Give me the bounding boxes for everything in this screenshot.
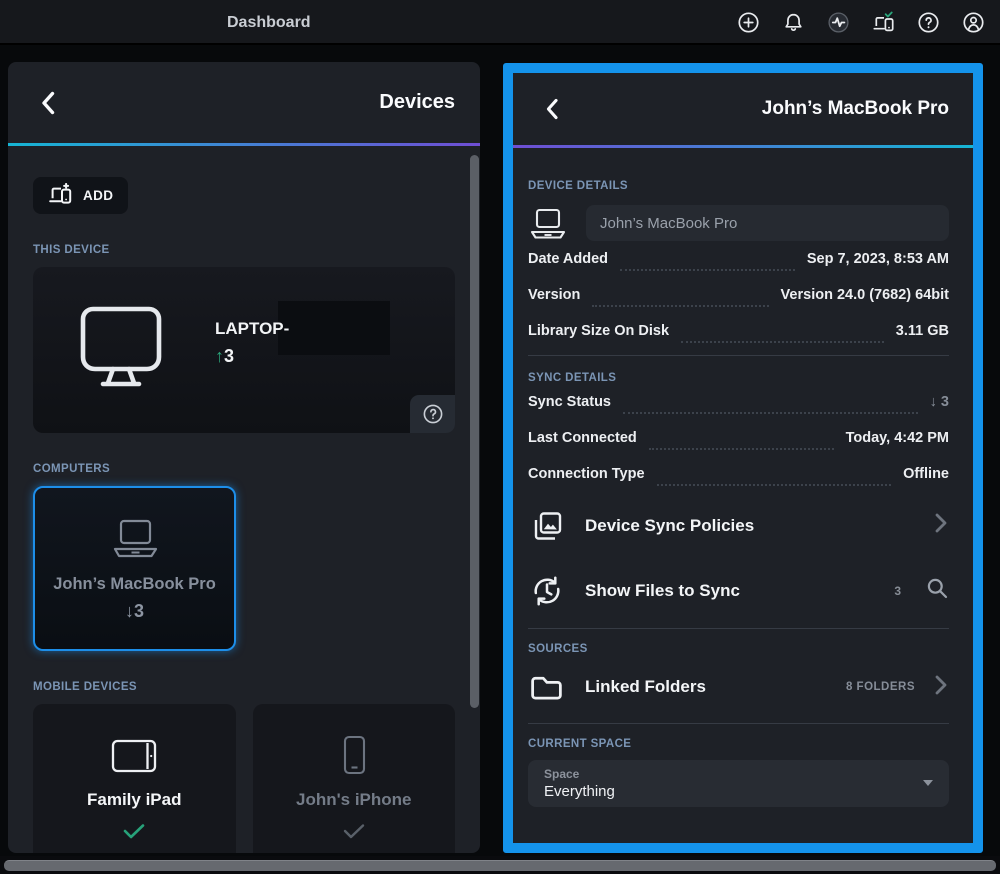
- laptop-icon: [106, 516, 164, 564]
- dotted-leader: [623, 390, 918, 414]
- add-device-icon: [48, 183, 74, 208]
- device-detail-header: John’s MacBook Pro: [513, 73, 973, 145]
- detail-row-version: Version Version 24.0 (7682) 64bit: [528, 277, 949, 313]
- check-icon: [122, 823, 146, 844]
- folders-count-badge: 8 FOLDERS: [846, 681, 915, 693]
- monitor-icon: [75, 303, 167, 398]
- back-chevron-icon[interactable]: [38, 89, 58, 117]
- section-divider: [528, 723, 949, 724]
- show-files-to-sync-row[interactable]: Show Files to Sync 3: [528, 559, 949, 622]
- device-sync-policies-row[interactable]: Device Sync Policies: [528, 494, 949, 557]
- back-chevron-icon[interactable]: [543, 96, 563, 124]
- sync-details-section-label: SYNC DETAILS: [528, 372, 949, 384]
- dotted-leader: [657, 462, 892, 486]
- devices-panel-title: Devices: [8, 91, 480, 114]
- account-icon[interactable]: [962, 11, 985, 34]
- up-arrow-icon: ↑: [215, 346, 224, 366]
- device-details-section-label: DEVICE DETAILS: [528, 180, 949, 192]
- sync-policies-icon: [528, 508, 565, 544]
- device-help-button[interactable]: [410, 395, 455, 433]
- detail-row-date-added: Date Added Sep 7, 2023, 8:53 AM: [528, 241, 949, 277]
- laptop-small-icon: [528, 207, 568, 240]
- devices-panel: Devices ADD THIS DEVICE: [8, 62, 480, 853]
- mobile-card-name: John's iPhone: [296, 790, 412, 810]
- add-device-button[interactable]: ADD: [33, 177, 128, 214]
- mobile-card-name: Family iPad: [87, 790, 181, 810]
- ipad-card[interactable]: Family iPad: [33, 704, 236, 853]
- macbook-card-selected[interactable]: John’s MacBook Pro ↓3: [33, 486, 236, 651]
- detail-row-sync-status: Sync Status ↓ 3: [528, 384, 949, 420]
- app-window: Dashboard: [0, 0, 1000, 874]
- caret-down-icon: [923, 780, 933, 786]
- computers-section-label: COMPUTERS: [33, 463, 455, 475]
- chevron-right-icon: [933, 511, 949, 540]
- page-title: Dashboard: [227, 14, 311, 32]
- search-icon[interactable]: [925, 576, 949, 605]
- check-icon: [342, 823, 366, 844]
- this-device-name: LAPTOP-: [215, 319, 289, 339]
- sync-history-icon: [528, 573, 565, 609]
- this-device-section-label: THIS DEVICE: [33, 244, 455, 256]
- add-plus-icon[interactable]: [737, 11, 760, 34]
- device-detail-title: John’s MacBook Pro: [513, 98, 973, 120]
- tablet-icon: [107, 734, 161, 778]
- down-arrow-icon: ↓: [125, 601, 134, 621]
- section-divider: [528, 628, 949, 629]
- top-bar: Dashboard: [0, 0, 1000, 45]
- mobile-devices-section-label: MOBILE DEVICES: [33, 681, 455, 693]
- devices-panel-header: Devices: [8, 62, 480, 143]
- horizontal-scrollbar-thumb[interactable]: [4, 860, 996, 871]
- help-icon[interactable]: [917, 11, 940, 34]
- redacted-area: [278, 301, 390, 355]
- dotted-leader: [620, 247, 795, 271]
- gradient-divider: [513, 145, 973, 148]
- phone-icon: [331, 734, 377, 778]
- detail-row-connection-type: Connection Type Offline: [528, 456, 949, 492]
- help-circle-icon: [422, 403, 444, 425]
- add-device-label: ADD: [83, 188, 113, 203]
- detail-row-last-connected: Last Connected Today, 4:42 PM: [528, 420, 949, 456]
- sync-up-badge: ↑3: [215, 346, 234, 367]
- linked-folders-row[interactable]: Linked Folders 8 FOLDERS: [528, 657, 949, 717]
- detail-row-library-size: Library Size On Disk 3.11 GB: [528, 313, 949, 349]
- dotted-leader: [592, 283, 768, 307]
- notifications-bell-icon[interactable]: [782, 11, 805, 34]
- folder-icon: [528, 671, 565, 704]
- section-divider: [528, 355, 949, 356]
- chevron-right-icon: [933, 673, 949, 702]
- devices-status-icon[interactable]: [872, 11, 895, 34]
- files-count-badge: 3: [894, 584, 901, 598]
- sync-down-badge: ↓3: [125, 601, 144, 622]
- horizontal-scrollbar-track: [0, 856, 1000, 874]
- space-dropdown-label: Space: [544, 767, 935, 781]
- devices-panel-scrollbar[interactable]: [470, 155, 479, 708]
- device-detail-panel-highlighted: John’s MacBook Pro DEVICE DETAILS Date A…: [503, 63, 983, 853]
- this-device-card[interactable]: LAPTOP- ↑3: [33, 267, 455, 433]
- dotted-leader: [649, 426, 834, 450]
- computer-card-name: John’s MacBook Pro: [53, 575, 216, 594]
- current-space-section-label: CURRENT SPACE: [528, 738, 949, 750]
- space-dropdown-value: Everything: [544, 783, 935, 800]
- dotted-leader: [681, 319, 884, 343]
- sources-section-label: SOURCES: [528, 643, 949, 655]
- topbar-icon-group: [737, 11, 985, 34]
- space-dropdown[interactable]: Space Everything: [528, 760, 949, 807]
- iphone-card[interactable]: John's iPhone: [253, 704, 456, 853]
- device-name-input[interactable]: [586, 205, 949, 241]
- activity-icon[interactable]: [827, 11, 850, 34]
